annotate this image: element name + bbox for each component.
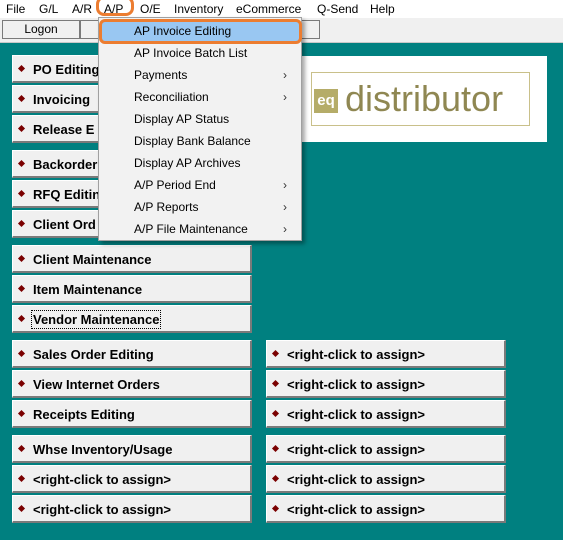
diamond-bullet-icon: [17, 379, 26, 388]
menu-ar[interactable]: A/R: [72, 1, 92, 17]
submenu-arrow-icon: ›: [283, 90, 287, 104]
diamond-bullet-icon: [17, 64, 26, 73]
submenu-arrow-icon: ›: [283, 178, 287, 192]
diamond-bullet-icon: [17, 159, 26, 168]
unassigned-shortcut-button[interactable]: <right-click to assign>: [266, 495, 506, 523]
menu-oe[interactable]: O/E: [140, 1, 161, 17]
unassigned-shortcut-button[interactable]: <right-click to assign>: [266, 400, 506, 428]
ap-dropdown-menu: AP Invoice Editing AP Invoice Batch List…: [98, 17, 302, 241]
diamond-bullet-icon: [17, 314, 26, 323]
menu-bar: File G/L A/R A/P O/E Inventory eCommerce…: [0, 0, 563, 18]
diamond-bullet-icon: [17, 444, 26, 453]
menu-item-ap-invoice-batch-list[interactable]: AP Invoice Batch List: [99, 43, 301, 65]
submenu-arrow-icon: ›: [283, 68, 287, 82]
vendor-maintenance-button[interactable]: Vendor Maintenance: [12, 305, 252, 333]
menu-help[interactable]: Help: [370, 1, 395, 17]
unassigned-shortcut-button[interactable]: <right-click to assign>: [266, 435, 506, 463]
toolbar-button[interactable]: [80, 20, 100, 39]
unassigned-shortcut-button[interactable]: <right-click to assign>: [266, 340, 506, 368]
unassigned-shortcut-button[interactable]: <right-click to assign>: [266, 465, 506, 493]
diamond-bullet-icon: [17, 349, 26, 358]
diamond-bullet-icon: [17, 219, 26, 228]
menu-item-display-ap-status[interactable]: Display AP Status: [99, 109, 301, 131]
logo-wordmark: distributor: [345, 78, 504, 119]
unassigned-shortcut-button[interactable]: <right-click to assign>: [12, 465, 252, 493]
client-maintenance-button[interactable]: Client Maintenance: [12, 245, 252, 273]
menu-item-ap-file-maintenance[interactable]: A/P File Maintenance ›: [99, 219, 301, 241]
diamond-bullet-icon: [17, 189, 26, 198]
diamond-bullet-icon: [271, 504, 280, 513]
menu-file[interactable]: File: [6, 1, 25, 17]
submenu-arrow-icon: ›: [283, 222, 287, 236]
menu-item-highlight-outline: [99, 19, 302, 44]
menu-qsend[interactable]: Q-Send: [317, 1, 358, 17]
menu-item-payments[interactable]: Payments ›: [99, 65, 301, 87]
eq-distributor-logo: eq distributor: [299, 56, 547, 142]
diamond-bullet-icon: [17, 474, 26, 483]
diamond-bullet-icon: [17, 124, 26, 133]
diamond-bullet-icon: [271, 409, 280, 418]
menu-inventory[interactable]: Inventory: [174, 1, 223, 17]
logon-button[interactable]: Logon: [2, 20, 80, 39]
diamond-bullet-icon: [271, 379, 280, 388]
diamond-bullet-icon: [271, 444, 280, 453]
menu-ap-highlight-outline: [96, 0, 134, 16]
unassigned-shortcut-button[interactable]: <right-click to assign>: [266, 370, 506, 398]
diamond-bullet-icon: [17, 504, 26, 513]
menu-item-reconciliation[interactable]: Reconciliation ›: [99, 87, 301, 109]
view-internet-orders-button[interactable]: View Internet Orders: [12, 370, 252, 398]
receipts-editing-button[interactable]: Receipts Editing: [12, 400, 252, 428]
menu-item-ap-reports[interactable]: A/P Reports ›: [99, 197, 301, 219]
diamond-bullet-icon: [17, 94, 26, 103]
menu-item-display-bank-balance[interactable]: Display Bank Balance: [99, 131, 301, 153]
sales-order-editing-button[interactable]: Sales Order Editing: [12, 340, 252, 368]
diamond-bullet-icon: [17, 409, 26, 418]
submenu-arrow-icon: ›: [283, 200, 287, 214]
menu-ecommerce[interactable]: eCommerce: [236, 1, 301, 17]
diamond-bullet-icon: [17, 254, 26, 263]
menu-gl[interactable]: G/L: [39, 1, 58, 17]
diamond-bullet-icon: [17, 284, 26, 293]
item-maintenance-button[interactable]: Item Maintenance: [12, 275, 252, 303]
menu-item-ap-period-end[interactable]: A/P Period End ›: [99, 175, 301, 197]
unassigned-shortcut-button[interactable]: <right-click to assign>: [12, 495, 252, 523]
toolbar-button[interactable]: [300, 20, 320, 39]
whse-inventory-usage-button[interactable]: Whse Inventory/Usage: [12, 435, 252, 463]
logo-mark: eq: [314, 89, 338, 113]
diamond-bullet-icon: [271, 474, 280, 483]
diamond-bullet-icon: [271, 349, 280, 358]
menu-item-display-ap-archives[interactable]: Display AP Archives: [99, 153, 301, 175]
